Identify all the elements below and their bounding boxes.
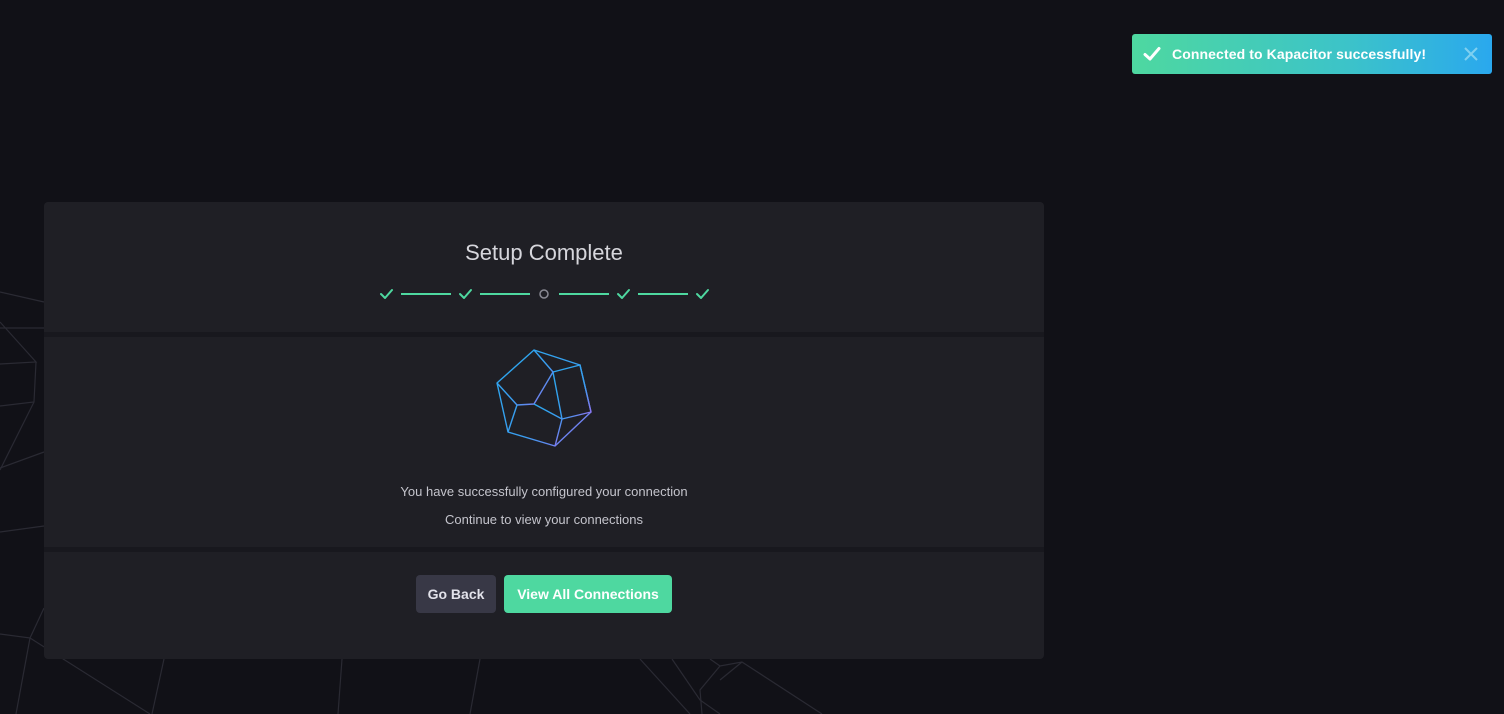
step-1-check-icon xyxy=(380,289,393,299)
step-2-check-icon xyxy=(459,289,472,299)
check-icon xyxy=(1143,47,1161,61)
step-4-check-icon xyxy=(617,289,630,299)
wizard-step-indicator xyxy=(380,289,709,299)
wizard-header: Setup Complete xyxy=(44,202,1044,332)
continue-message: Continue to view your connections xyxy=(444,512,643,527)
view-all-connections-button[interactable]: View All Connections xyxy=(504,575,672,613)
success-message: You have successfully configured your co… xyxy=(400,484,688,499)
go-back-button[interactable]: Go Back xyxy=(416,575,496,613)
wizard-body: You have successfully configured your co… xyxy=(44,337,1044,547)
close-icon[interactable] xyxy=(1464,47,1478,61)
polyhedron-icon xyxy=(496,349,592,447)
setup-wizard: Setup Complete You have successfully con… xyxy=(44,202,1044,659)
step-3-circle-icon xyxy=(539,289,549,299)
notification-message: Connected to Kapacitor successfully! xyxy=(1172,46,1427,62)
success-notification: Connected to Kapacitor successfully! xyxy=(1132,34,1492,74)
step-5-check-icon xyxy=(696,289,709,299)
wizard-footer: Go Back View All Connections xyxy=(44,552,1044,659)
wizard-title: Setup Complete xyxy=(465,240,623,265)
